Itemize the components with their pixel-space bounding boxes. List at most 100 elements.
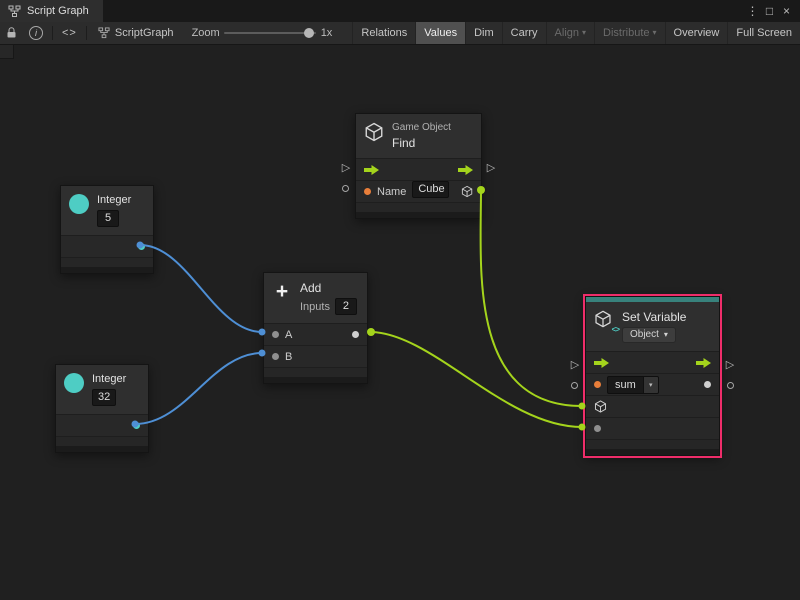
name-input-port[interactable] xyxy=(364,188,371,195)
zoom-slider-handle[interactable] xyxy=(304,28,314,38)
dim-button[interactable]: Dim xyxy=(465,22,502,44)
zoom-slider-track xyxy=(224,32,316,34)
fullscreen-label: Full Screen xyxy=(736,27,792,39)
name-value-input[interactable]: Cube xyxy=(412,181,449,198)
script-graph-tab[interactable]: Script Graph xyxy=(0,0,103,22)
name-outer-port[interactable] xyxy=(342,185,349,192)
script-graph-icon xyxy=(8,5,21,18)
node-header[interactable]: <> Set Variable Object ▾ xyxy=(586,302,719,351)
carry-label: Carry xyxy=(511,27,538,39)
target-game-object-port-icon[interactable] xyxy=(594,400,607,413)
integer-type-icon xyxy=(64,373,84,393)
inputs-label: Inputs xyxy=(300,301,330,313)
chevron-down-icon: ▾ xyxy=(664,331,668,339)
variable-name-port[interactable] xyxy=(594,381,601,388)
node-integer-literal-1[interactable]: Integer 5 xyxy=(60,185,154,274)
integer-value-input[interactable]: 5 xyxy=(97,210,119,227)
input-port-b[interactable] xyxy=(272,353,279,360)
flow-row xyxy=(356,158,481,180)
chevron-down-icon: ▾ xyxy=(582,29,586,37)
value-input-port[interactable] xyxy=(594,425,601,432)
zoom-value: 1x xyxy=(316,27,339,39)
lock-button[interactable] xyxy=(0,22,23,44)
flow-out-port-triangle-icon[interactable]: ▷ xyxy=(485,162,497,174)
game-object-icon xyxy=(364,122,384,142)
flow-out-arrow-icon[interactable] xyxy=(696,358,711,368)
info-button[interactable]: i xyxy=(23,22,49,44)
maximize-icon[interactable]: □ xyxy=(761,0,778,22)
close-icon[interactable]: × xyxy=(778,0,795,22)
node-header[interactable]: Game Object Find xyxy=(356,114,481,158)
target-object-row xyxy=(586,395,719,417)
chevron-down-icon: ▾ xyxy=(653,29,657,37)
integer-value-input[interactable]: 32 xyxy=(92,389,116,406)
distribute-label: Distribute xyxy=(603,27,649,39)
set-variable-icon: <> xyxy=(594,310,614,330)
port-row-b: B xyxy=(264,345,367,367)
zoom-slider[interactable] xyxy=(224,22,316,44)
carry-button[interactable]: Carry xyxy=(502,22,546,44)
toolbar-toggle-group: Relations Values Dim Carry Align ▾ Distr… xyxy=(352,22,800,44)
relations-button[interactable]: Relations xyxy=(352,22,415,44)
flow-in-arrow-icon[interactable] xyxy=(364,165,379,175)
flow-in-port-triangle-icon[interactable]: ▷ xyxy=(340,162,352,174)
values-button[interactable]: Values xyxy=(415,22,465,44)
output-port[interactable] xyxy=(133,422,140,429)
tab-label: Script Graph xyxy=(27,5,89,17)
add-icon: + xyxy=(272,281,292,303)
port-row xyxy=(56,414,148,436)
variable-name-dropdown[interactable]: sum ▾ xyxy=(607,376,659,394)
graph-toolbar: i <> ScriptGraph Zoom 1x Relations xyxy=(0,22,800,45)
align-button[interactable]: Align ▾ xyxy=(546,22,594,44)
variables-brackets-icon: <> xyxy=(612,325,619,334)
relations-label: Relations xyxy=(361,27,407,39)
info-icon: i xyxy=(29,26,43,40)
sum-output-port[interactable] xyxy=(352,331,359,338)
node-header[interactable]: Integer 32 xyxy=(56,365,148,414)
scope-dropdown[interactable]: Object ▾ xyxy=(622,327,676,343)
node-footer-edge xyxy=(356,212,481,218)
flow-row xyxy=(586,351,719,373)
unity-script-graph-window: Script Graph ⋮ □ × i <> xyxy=(0,0,800,600)
flow-in-port-triangle-icon[interactable]: ▷ xyxy=(569,359,581,371)
port-a-label: A xyxy=(285,329,292,341)
graph-name-label: ScriptGraph xyxy=(115,27,174,39)
node-category: Game Object xyxy=(392,122,451,133)
node-footer-edge xyxy=(61,267,153,273)
variable-outer-port[interactable] xyxy=(571,382,578,389)
value-outer-port[interactable] xyxy=(727,382,734,389)
node-integer-literal-2[interactable]: Integer 32 xyxy=(55,364,149,453)
node-header[interactable]: + Add Inputs 2 xyxy=(264,273,367,323)
output-port[interactable] xyxy=(138,243,145,250)
distribute-button[interactable]: Distribute ▾ xyxy=(594,22,664,44)
value-output-port[interactable] xyxy=(704,381,711,388)
node-gameobject-find[interactable]: Game Object Find Name Cube xyxy=(355,113,482,219)
node-header[interactable]: Integer 5 xyxy=(61,186,153,235)
node-title: Integer xyxy=(97,194,131,207)
port-row-a: A xyxy=(264,323,367,345)
variable-row: sum ▾ xyxy=(586,373,719,395)
node-footer xyxy=(264,367,367,377)
menu-kebab-icon[interactable]: ⋮ xyxy=(744,0,761,22)
game-object-output-port-icon[interactable] xyxy=(461,185,473,198)
fullscreen-button[interactable]: Full Screen xyxy=(727,22,800,44)
inputs-count-input[interactable]: 2 xyxy=(335,298,357,315)
code-icon: <> xyxy=(62,27,77,39)
variable-name-value: sum xyxy=(608,377,643,393)
flow-out-arrow-icon[interactable] xyxy=(458,165,473,175)
overview-button[interactable]: Overview xyxy=(665,22,728,44)
scope-value: Object xyxy=(630,329,659,341)
node-set-variable[interactable]: <> Set Variable Object ▾ sum xyxy=(585,296,720,456)
node-footer-edge xyxy=(56,446,148,452)
graph-canvas[interactable]: Integer 5 Integer 32 xyxy=(0,45,800,600)
node-add[interactable]: + Add Inputs 2 A B xyxy=(263,272,368,384)
code-view-button[interactable]: <> xyxy=(56,22,83,44)
flow-in-arrow-icon[interactable] xyxy=(594,358,609,368)
port-row xyxy=(61,235,153,257)
node-title: Add xyxy=(300,281,357,295)
node-footer-edge xyxy=(264,377,367,383)
input-port-a[interactable] xyxy=(272,331,279,338)
flow-out-port-triangle-icon[interactable]: ▷ xyxy=(724,359,736,371)
node-footer xyxy=(586,439,719,449)
graph-reference[interactable]: ScriptGraph xyxy=(90,27,182,39)
